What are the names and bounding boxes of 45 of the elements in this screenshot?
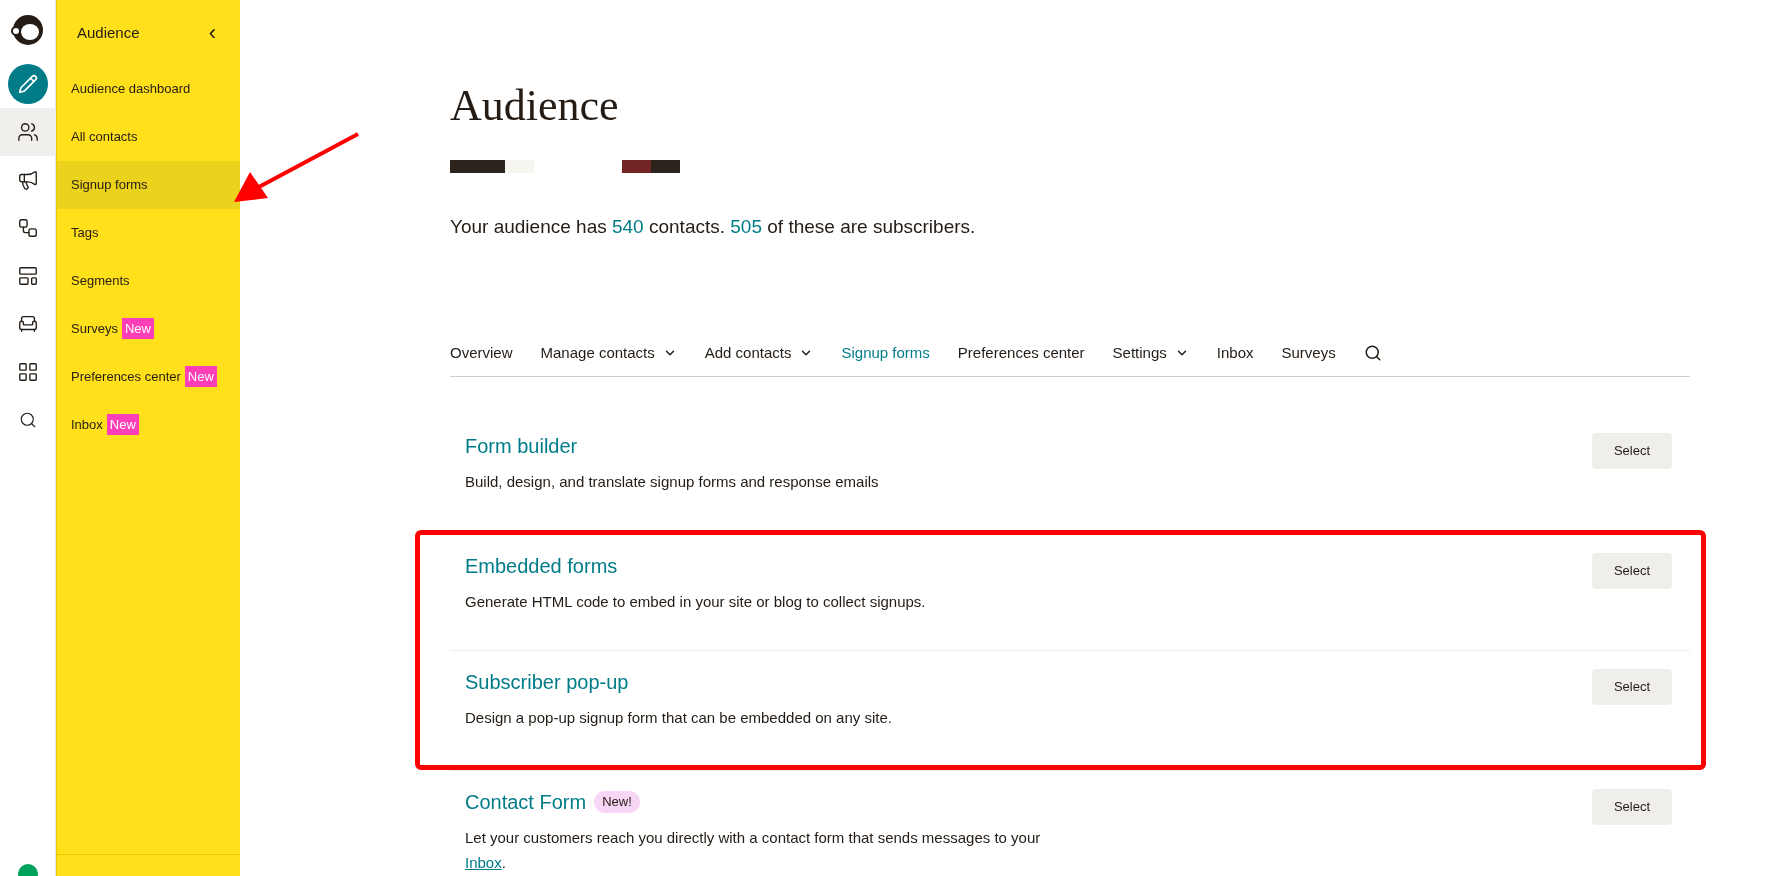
nav-tab[interactable]: Preferences center — [957, 341, 1085, 364]
page-title: Audience — [450, 84, 620, 128]
layout-icon — [16, 265, 39, 287]
workflow-icon — [16, 217, 39, 239]
option-description: Let your customers reach you directly with a contact form that sends messages to your Inbox. — [465, 828, 1042, 873]
option-title[interactable]: Embedded forms — [465, 551, 618, 581]
grid-icon — [16, 361, 39, 383]
inbox-link[interactable]: Inbox — [465, 854, 502, 871]
people-icon — [16, 121, 39, 143]
new-badge: New! — [594, 791, 640, 813]
nav-tab[interactable]: Add contacts — [704, 341, 814, 364]
sidebar-item[interactable]: Tags — [57, 208, 113, 257]
select-button[interactable]: Select — [1592, 433, 1672, 469]
sidebar-item[interactable]: All contacts — [57, 112, 152, 161]
nav-tab[interactable]: Settings — [1112, 341, 1189, 364]
sidebar-title: Audience — [77, 23, 140, 43]
select-button[interactable]: Select — [1592, 789, 1672, 825]
nav-rail-button[interactable] — [0, 108, 56, 156]
option-description: Design a pop-up signup form that can be embedded on any site. — [465, 708, 892, 728]
search-icon[interactable] — [1363, 343, 1382, 362]
nav-tab[interactable]: Overview — [450, 341, 513, 364]
audience-summary: Your audience has 540 contacts. 505 of these are subscribers. — [450, 215, 977, 239]
nav-tab[interactable]: Manage contacts — [540, 341, 677, 364]
collapse-button[interactable]: ‹ — [208, 22, 220, 45]
nav-tab[interactable]: Surveys — [1281, 341, 1336, 364]
sidebar-item[interactable]: Audience dashboard — [57, 64, 205, 113]
option-description: Generate HTML code to embed in your site or blog to collect signups. — [465, 592, 926, 612]
new-badge: New — [184, 365, 217, 388]
sidebar-item[interactable]: Signup forms — [57, 160, 240, 209]
option-description: Build, design, and translate signup forms and response emails — [465, 472, 879, 492]
new-badge: New — [106, 413, 139, 436]
select-button[interactable]: Select — [1592, 669, 1672, 705]
armchair-icon — [16, 313, 39, 335]
option-title[interactable]: Contact Form — [465, 787, 587, 817]
sidebar-item[interactable]: Segments — [57, 256, 144, 305]
nav-tab[interactable]: Inbox — [1216, 341, 1254, 364]
redaction-bar — [622, 160, 680, 173]
select-button[interactable]: Select — [1592, 553, 1672, 589]
option-title[interactable]: Form builder — [465, 431, 578, 461]
nav-tab[interactable]: Signup forms — [841, 341, 930, 364]
megaphone-icon — [16, 169, 39, 191]
new-badge: New — [121, 317, 154, 340]
search-icon — [18, 411, 37, 429]
option-title[interactable]: Subscriber pop-up — [465, 667, 629, 697]
pencil-icon — [7, 64, 48, 104]
